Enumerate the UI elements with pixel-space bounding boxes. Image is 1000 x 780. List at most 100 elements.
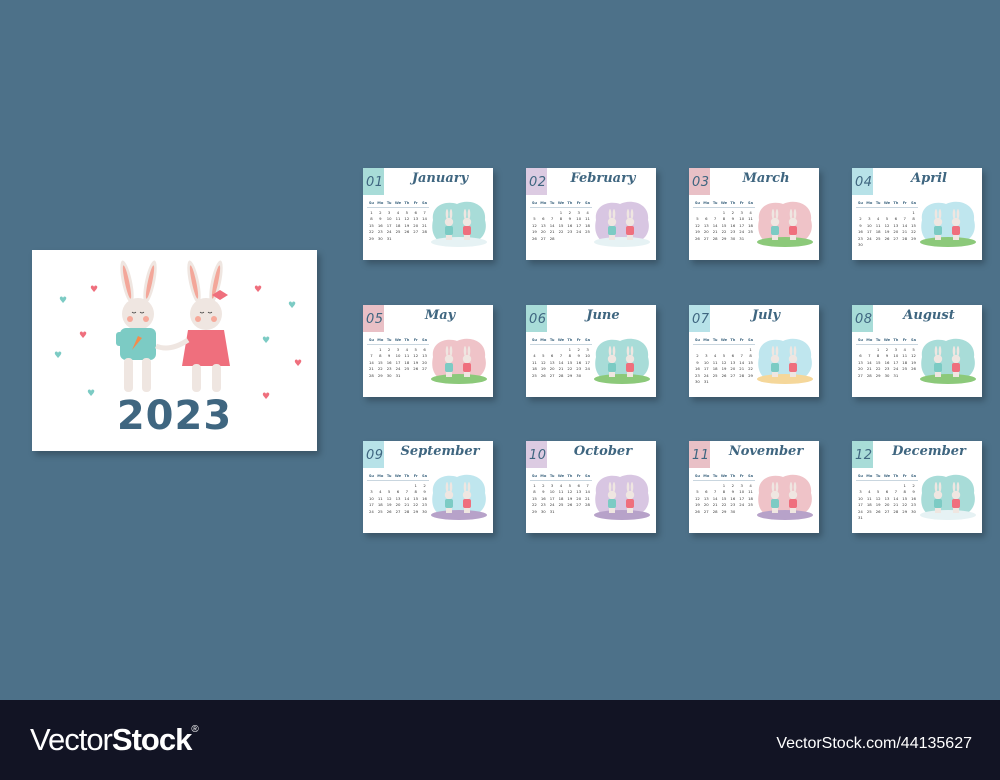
month-name: June — [586, 308, 620, 323]
weekday-label: Fr — [739, 338, 744, 342]
month-number-badge: 06 — [526, 305, 547, 332]
day-cell: 16 — [695, 366, 700, 372]
day-cell: 15 — [377, 359, 383, 365]
day-cell: 9 — [387, 353, 391, 359]
day-cell: 23 — [576, 366, 582, 372]
day-cell: 19 — [532, 229, 537, 235]
day-cell: 25 — [712, 372, 718, 378]
day-cell: 15 — [875, 359, 881, 365]
heart-icon: ♥ — [54, 351, 63, 361]
day-cell: 20 — [395, 502, 401, 508]
day-cell: 10 — [739, 489, 745, 495]
weekday-label: Th — [567, 201, 573, 205]
day-cell: 1 — [568, 347, 572, 352]
day-cell: 2 — [731, 210, 735, 215]
day-cell: 27 — [858, 372, 863, 378]
day-cell: 26 — [532, 235, 537, 241]
day-cell: 4 — [559, 483, 563, 488]
empty-day-cell — [530, 211, 539, 215]
day-cell: 13 — [549, 359, 555, 365]
weekday-label: We — [720, 474, 728, 478]
weekday-header: Su Mo Tu We Th Fr Sa — [367, 201, 429, 208]
day-cell: 14 — [558, 359, 564, 365]
day-cell: 24 — [739, 502, 745, 508]
cover-year: 2023 — [116, 393, 233, 439]
weekday-label: We — [557, 338, 565, 342]
day-cell: 16 — [567, 222, 573, 228]
weekday-header: Su Mo Tu We Th Fr Sa — [530, 201, 592, 208]
day-cell: 12 — [875, 495, 881, 501]
day-cell: 25 — [558, 502, 564, 508]
day-cells: 1 2 3 4 5 6 7 8 9 10 11 12 13 14 15 16 17 18 19 20 21 22 23 24 2… — [530, 483, 592, 514]
illustration-ground — [431, 510, 487, 520]
day-cell: 29 — [721, 508, 727, 514]
day-cell: 7 — [740, 353, 743, 359]
empty-day-cell — [702, 211, 711, 215]
day-cells: 1 2 3 4 5 6 7 8 9 10 11 12 13 14 15 16 17 18 19 20 21 22 23 24 2… — [530, 347, 592, 378]
day-cell: 27 — [703, 235, 709, 241]
illustration-ground — [757, 510, 813, 520]
logo-light-text: Vector — [30, 722, 113, 757]
day-cell: 17 — [549, 495, 555, 501]
day-cell: 8 — [533, 489, 536, 495]
day-cell: 27 — [395, 508, 401, 514]
day-cell: 13 — [703, 495, 709, 501]
empty-day-cell — [548, 211, 557, 215]
blanket-tea-bunnies-illustration — [757, 474, 813, 520]
day-cell: 29 — [902, 508, 908, 514]
day-cell: 4 — [876, 216, 880, 222]
weekday-label: Su — [694, 474, 700, 478]
day-cell: 12 — [695, 495, 700, 501]
day-cell: 13 — [858, 359, 863, 365]
day-cell: 3 — [740, 210, 743, 215]
day-cell: 6 — [396, 489, 400, 495]
day-cell: 22 — [413, 502, 419, 508]
weekday-label: Mo — [377, 201, 384, 205]
day-cell: 4 — [379, 489, 382, 495]
empty-day-cell — [367, 348, 376, 352]
month-card-april: 04 April Su Mo Tu We Th Fr Sa 1 2 3 4 5 6 7 8 9 10 11 12 13 14… — [852, 168, 982, 260]
day-cell: 10 — [369, 495, 374, 501]
day-cell: 3 — [396, 347, 400, 352]
day-cell: 7 — [713, 216, 717, 222]
day-cell: 3 — [370, 489, 373, 495]
weekday-label: Mo — [377, 474, 384, 478]
empty-day-cell — [737, 348, 746, 352]
day-cell: 1 — [722, 483, 726, 488]
day-cell: 12 — [695, 222, 700, 228]
day-cell: 24 — [858, 508, 863, 514]
day-cell: 14 — [369, 359, 374, 365]
day-cell: 26 — [721, 372, 727, 378]
day-cell: 10 — [739, 216, 745, 222]
day-cells: 1 2 3 4 5 6 7 8 9 10 11 12 13 14 15 16 17 18 19 20 21 22 23 24 2… — [856, 210, 918, 248]
day-cell: 8 — [876, 353, 880, 359]
day-cell: 22 — [721, 229, 727, 235]
weekday-label: Fr — [413, 474, 418, 478]
image-id-link[interactable]: VectorStock.com/44135627 — [776, 735, 972, 753]
day-cell: 9 — [731, 216, 735, 222]
day-cell: 6 — [894, 216, 898, 222]
weekday-label: Su — [694, 338, 700, 342]
day-cells: 1 2 3 4 5 6 7 8 9 10 11 12 13 14 15 16 17 18 19 20 21 22 23 24 2… — [693, 210, 755, 241]
weekday-label: Tu — [875, 338, 881, 342]
weekday-label: Su — [531, 201, 537, 205]
day-cell: 22 — [902, 502, 908, 508]
illustration-ground — [431, 374, 487, 384]
month-card-september: 09 September Su Mo Tu We Th Fr Sa 1 2 3 4 5 6 7 8 9 10 11 12… — [363, 441, 493, 533]
month-name: September — [400, 444, 480, 459]
empty-day-cell — [865, 211, 874, 215]
day-cell: 9 — [568, 216, 572, 222]
empty-day-cell — [891, 211, 900, 215]
day-cell: 4 — [713, 353, 717, 359]
vectorstock-logo[interactable]: VectorStock® — [30, 722, 199, 758]
empty-day-cell — [856, 484, 865, 488]
day-cell: 9 — [577, 353, 580, 359]
month-card-june: 06 June Su Mo Tu We Th Fr Sa 1 2 3 4 5 6 7 8 9 10 11 12 13 14 1… — [526, 305, 656, 397]
day-cell: 5 — [696, 489, 699, 495]
month-card-october: 10 October Su Mo Tu We Th Fr Sa 1 2 3 4 5 6 7 8 9 10 11 12 13… — [526, 441, 656, 533]
empty-day-cell — [874, 484, 883, 488]
calendar-grid: Su Mo Tu We Th Fr Sa 1 2 3 4 5 6 7 8 9 10 11 12 13 14 15 16 17 1… — [530, 338, 592, 378]
weekday-label: Su — [857, 338, 863, 342]
day-cell: 10 — [893, 353, 899, 359]
month-card-february: 02 February Su Mo Tu We Th Fr Sa 1 2 3 4 5 6 7 8 9 10 11 12 1… — [526, 168, 656, 260]
